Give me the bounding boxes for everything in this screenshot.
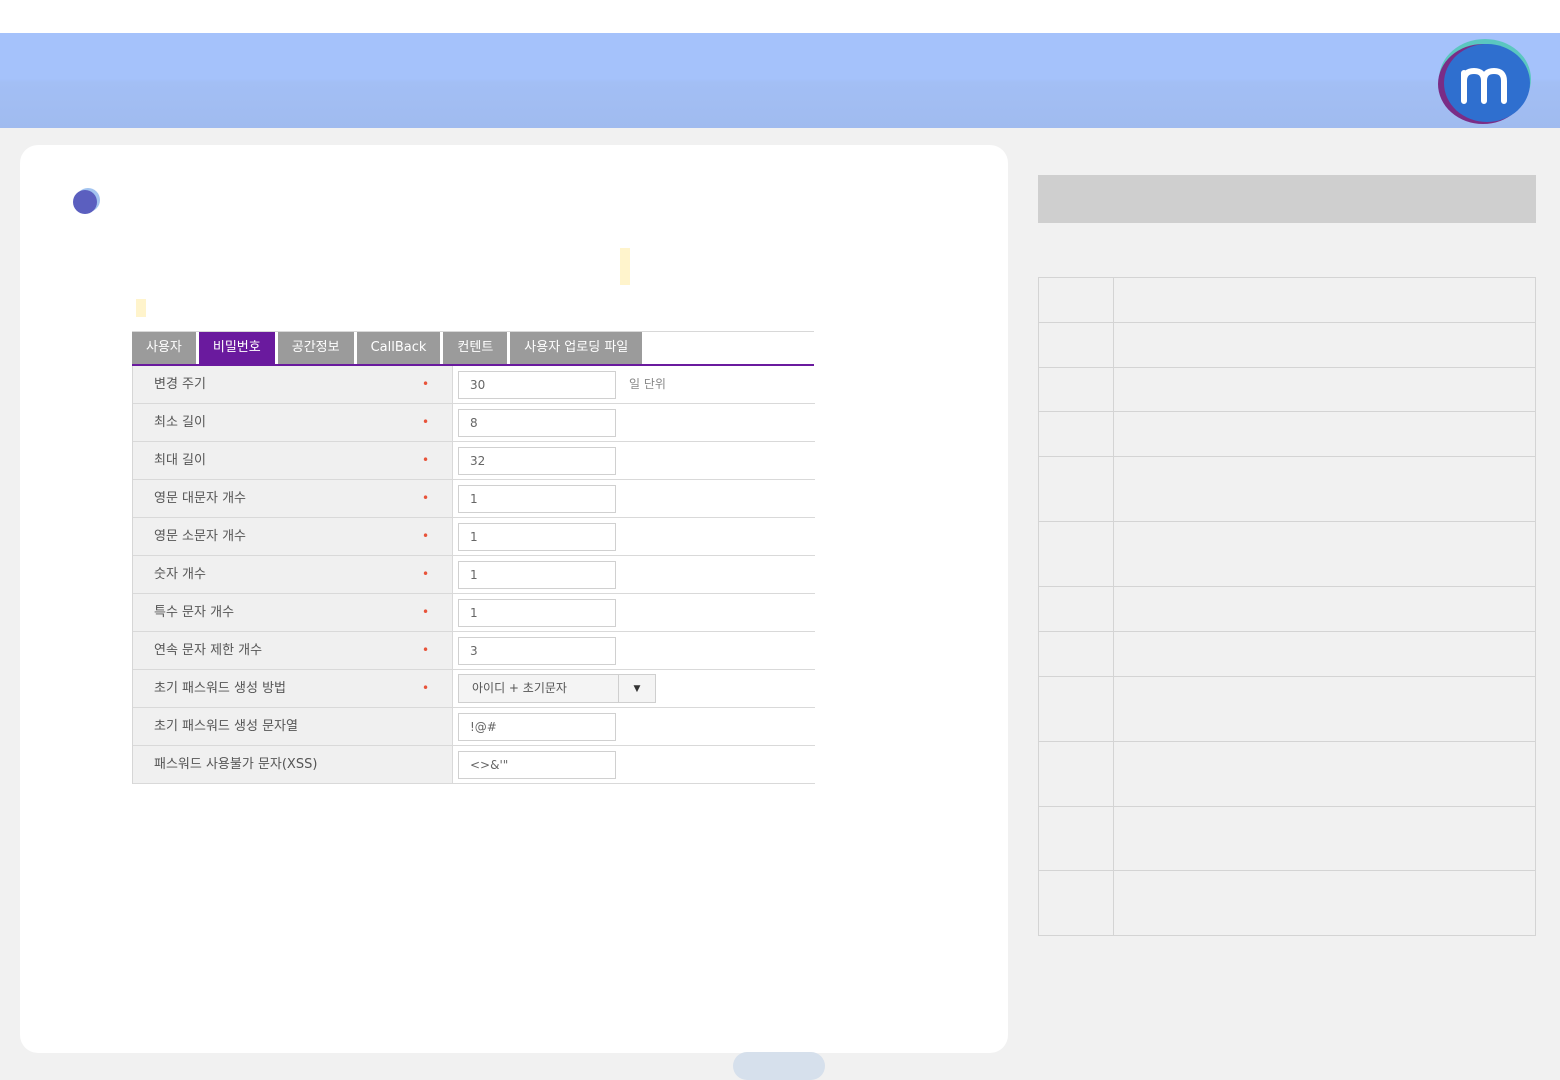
tab-bar: 사용자 비밀번호 공간정보 CallBack 컨텐트 사용자 업로딩 파일 [132,331,814,367]
field-label: 숫자 개수 • [133,556,453,593]
field-label: 패스워드 사용불가 문자(XSS) [133,746,453,783]
required-mark: • [422,377,430,391]
init-method-select[interactable]: 아이디 + 초기문자 ▼ [458,674,656,703]
form-row-disallowed-chars: 패스워드 사용불가 문자(XSS) [133,746,815,784]
max-length-input[interactable] [458,447,616,475]
unit-label: 일 단위 [629,377,666,391]
table-row [1038,676,1536,742]
main-panel: 사용자 비밀번호 공간정보 CallBack 컨텐트 사용자 업로딩 파일 변경… [20,145,1008,1053]
table-row [1038,870,1536,936]
field-label: 영문 대문자 개수 • [133,480,453,517]
side-panel-header [1038,175,1536,223]
tab-content[interactable]: 컨텐트 [443,332,508,364]
change-period-input[interactable] [458,371,616,399]
page-indicator[interactable] [733,1052,825,1080]
header-banner [0,33,1560,128]
caret-down-icon[interactable]: ▼ [618,675,655,702]
required-mark: • [422,415,430,429]
field-label: 연속 문자 제한 개수 • [133,632,453,669]
disallowed-chars-input[interactable] [458,751,616,779]
tab-password[interactable]: 비밀번호 [198,332,275,364]
field-label: 변경 주기 • [133,366,453,403]
init-string-input[interactable] [458,713,616,741]
field-label: 초기 패스워드 생성 문자열 [133,708,453,745]
form-row-special-count: 특수 문자 개수 • [133,594,815,632]
table-row [1038,456,1536,522]
consecutive-limit-input[interactable] [458,637,616,665]
upper-count-input[interactable] [458,485,616,513]
table-row [1038,367,1536,412]
form-row-init-string: 초기 패스워드 생성 문자열 [133,708,815,746]
required-mark: • [422,681,430,695]
field-label: 최대 길이 • [133,442,453,479]
tab-callback[interactable]: CallBack [356,332,441,364]
field-label: 최소 길이 • [133,404,453,441]
table-row [1038,411,1536,457]
form-row-digit-count: 숫자 개수 • [133,556,815,594]
form-row-change-period: 변경 주기• 일 단위 [133,366,815,404]
required-mark: • [422,643,430,657]
required-mark: • [422,453,430,467]
required-mark: • [422,567,430,581]
form-row-upper-count: 영문 대문자 개수 • [133,480,815,518]
top-strip [0,0,1560,33]
highlight-marker [136,299,146,317]
tab-user[interactable]: 사용자 [132,332,196,364]
form-row-consecutive-limit: 연속 문자 제한 개수 • [133,632,815,670]
table-row [1038,806,1536,871]
form-row-lower-count: 영문 소문자 개수 • [133,518,815,556]
digit-count-input[interactable] [458,561,616,589]
required-mark: • [422,529,430,543]
field-label: 초기 패스워드 생성 방법 • [133,670,453,707]
brand-logo[interactable] [1433,39,1533,127]
highlight-marker [620,248,630,285]
section-bullet-icon [73,188,100,214]
form-row-init-method: 초기 패스워드 생성 방법 • 아이디 + 초기문자 ▼ [133,670,815,708]
tab-space-info[interactable]: 공간정보 [277,332,354,364]
special-count-input[interactable] [458,599,616,627]
table-row [1038,741,1536,807]
required-mark: • [422,605,430,619]
form-row-max-length: 최대 길이 • [133,442,815,480]
form-row-min-length: 최소 길이 • [133,404,815,442]
lower-count-input[interactable] [458,523,616,551]
field-label: 영문 소문자 개수 • [133,518,453,555]
table-row [1038,322,1536,368]
table-row [1038,521,1536,587]
field-label: 특수 문자 개수 • [133,594,453,631]
tab-user-upload-file[interactable]: 사용자 업로딩 파일 [510,332,643,364]
min-length-input[interactable] [458,409,616,437]
select-value: 아이디 + 초기문자 [472,681,567,695]
required-mark: • [422,491,430,505]
table-row [1038,277,1536,323]
side-description-table [1038,277,1536,936]
table-row [1038,631,1536,677]
table-row [1038,586,1536,632]
password-policy-form: 변경 주기• 일 단위 최소 길이• 최대 길이• 영문 대문자 개수• 영문 … [132,366,815,784]
